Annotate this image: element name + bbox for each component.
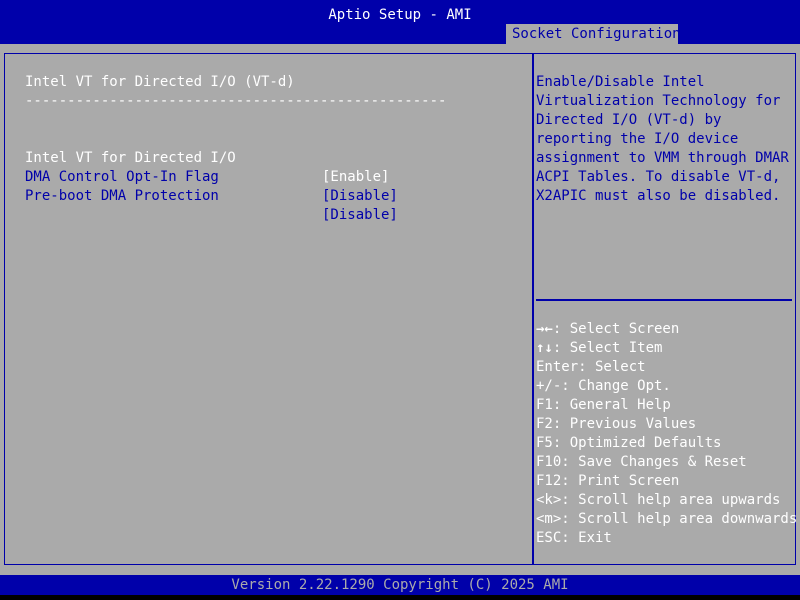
key-hint-scroll-up: <k>: Scroll help area upwards bbox=[536, 492, 781, 508]
setting-value[interactable]: [Disable] bbox=[322, 187, 398, 206]
help-line: X2APIC must also be disabled. bbox=[536, 188, 781, 204]
tab-socket-configuration[interactable]: Socket Configuration bbox=[506, 24, 681, 44]
key-hint-enter: Enter: Select bbox=[536, 359, 646, 375]
help-text: Enable/Disable Intel Virtualization Techn… bbox=[536, 73, 791, 206]
setting-dma-control-opt-in-flag[interactable]: DMA Control Opt-In Flag [Disable] bbox=[25, 149, 398, 204]
section-title: Intel VT for Directed I/O (VT-d) bbox=[25, 74, 295, 90]
settings-list: Intel VT for Directed I/O [Enable] DMA C… bbox=[25, 130, 398, 223]
key-hint-previous-values: F2: Previous Values bbox=[536, 416, 697, 432]
help-line: reporting the I/O device bbox=[536, 131, 739, 147]
key-hint-change-opt: +/-: Change Opt. bbox=[536, 378, 671, 394]
help-line: Enable/Disable Intel bbox=[536, 74, 705, 90]
setting-intel-vt-d[interactable]: Intel VT for Directed I/O [Enable] bbox=[25, 130, 389, 185]
setting-value[interactable]: [Disable] bbox=[322, 206, 398, 225]
section-separator: ----------------------------------------… bbox=[25, 93, 447, 109]
key-hint-scroll-down: <m>: Scroll help area downwards bbox=[536, 511, 798, 527]
title-bar: Aptio Setup - AMI Socket Configuration bbox=[0, 0, 800, 44]
key-hint-select-item: ↑↓: Select Item bbox=[536, 339, 797, 358]
help-line: assignment to VMM through DMAR bbox=[536, 150, 789, 166]
main-panel: Intel VT for Directed I/O (VT-d) -------… bbox=[0, 44, 800, 575]
help-line: ACPI Tables. To disable VT-d, bbox=[536, 169, 781, 185]
key-hint-exit: ESC: Exit bbox=[536, 530, 612, 546]
version-text: Version 2.22.1290 Copyright (C) 2025 AMI bbox=[231, 577, 569, 593]
footer-bar: Version 2.22.1290 Copyright (C) 2025 AMI bbox=[0, 575, 800, 595]
key-hint-general-help: F1: General Help bbox=[536, 397, 671, 413]
help-line: Virtualization Technology for bbox=[536, 93, 781, 109]
panel-divider bbox=[532, 54, 534, 564]
help-line: Directed I/O (VT-d) by bbox=[536, 112, 722, 128]
help-divider bbox=[536, 299, 792, 301]
setting-pre-boot-dma-protection[interactable]: Pre-boot DMA Protection [Disable] bbox=[25, 168, 398, 223]
key-hint-optimized-defaults: F5: Optimized Defaults bbox=[536, 435, 722, 451]
key-hint-desc: : Select Item bbox=[552, 340, 663, 356]
key-hint-desc: : Select Screen bbox=[552, 321, 680, 337]
key-hint-select-screen: →←: Select Screen bbox=[536, 320, 797, 339]
setting-label: Pre-boot DMA Protection bbox=[25, 188, 219, 204]
arrows-up-down-icon: ↑↓ bbox=[536, 340, 553, 356]
key-legend: →←: Select Screen ↑↓: Select Item Enter:… bbox=[536, 320, 797, 548]
key-hint-print-screen: F12: Print Screen bbox=[536, 473, 680, 489]
key-hint-save-reset: F10: Save Changes & Reset bbox=[536, 454, 747, 470]
content-frame: Intel VT for Directed I/O (VT-d) -------… bbox=[4, 53, 797, 565]
app-title: Aptio Setup - AMI bbox=[328, 7, 472, 23]
setting-value[interactable]: [Enable] bbox=[322, 168, 389, 187]
arrows-left-right-icon: →← bbox=[536, 321, 553, 337]
